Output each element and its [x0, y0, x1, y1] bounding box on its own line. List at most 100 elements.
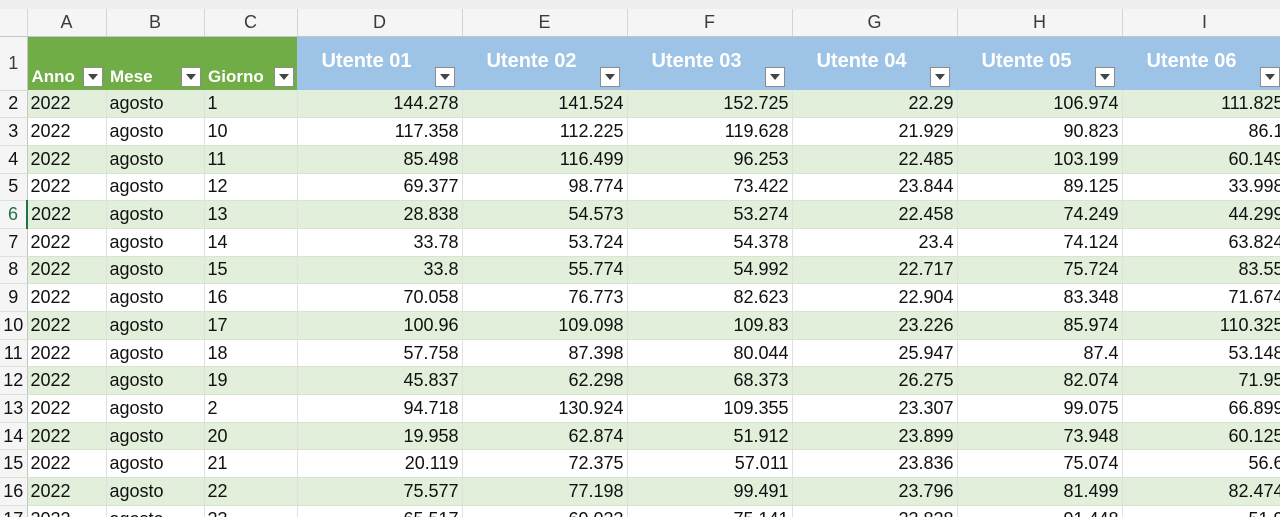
row-number[interactable]: 15: [0, 449, 28, 479]
cell-value[interactable]: 69.033: [462, 505, 628, 517]
cell-value[interactable]: 76.773: [462, 283, 628, 312]
header-cell-utente[interactable]: Utente 02: [462, 36, 627, 90]
cell-value[interactable]: 22.485: [792, 145, 958, 174]
cell-value[interactable]: 75.141: [627, 505, 793, 517]
cell-value[interactable]: 55.774: [462, 256, 628, 285]
cell-value[interactable]: 63.824: [1122, 228, 1280, 257]
cell-value[interactable]: 22.904: [792, 283, 958, 312]
header-cell-anno[interactable]: Anno: [27, 36, 106, 90]
cell-value[interactable]: 51.9: [1122, 505, 1280, 517]
row-number[interactable]: 1: [0, 36, 28, 91]
row-number[interactable]: 9: [0, 283, 28, 312]
cell-value[interactable]: 23.796: [792, 477, 958, 506]
row-number[interactable]: 4: [0, 145, 28, 174]
cell-value[interactable]: 82.474: [1122, 477, 1280, 506]
cell-value[interactable]: 75.577: [297, 477, 463, 506]
cell-mese[interactable]: agosto: [106, 477, 205, 506]
filter-dropdown-button[interactable]: [435, 67, 455, 87]
cell-value[interactable]: 110.325: [1122, 311, 1280, 340]
cell-value[interactable]: 83.55: [1122, 256, 1280, 285]
cell-giorno[interactable]: 16: [204, 283, 298, 312]
cell-giorno[interactable]: 15: [204, 256, 298, 285]
cell-value[interactable]: 23.4: [792, 228, 958, 257]
cell-mese[interactable]: agosto: [106, 505, 205, 517]
cell-anno[interactable]: 2022: [27, 90, 107, 119]
cell-mese[interactable]: agosto: [106, 283, 205, 312]
cell-value[interactable]: 130.924: [462, 394, 628, 423]
cell-value[interactable]: 26.275: [792, 366, 958, 396]
cell-value[interactable]: 87.4: [957, 339, 1123, 368]
row-number[interactable]: 16: [0, 477, 28, 506]
row-number[interactable]: 7: [0, 228, 28, 257]
cell-value[interactable]: 85.498: [297, 145, 463, 174]
cell-value[interactable]: 74.124: [957, 228, 1123, 257]
cell-value[interactable]: 57.758: [297, 339, 463, 368]
cell-value[interactable]: 57.011: [627, 449, 793, 479]
cell-value[interactable]: 74.249: [957, 200, 1123, 229]
cell-value[interactable]: 56.6: [1122, 449, 1280, 479]
cell-value[interactable]: 100.96: [297, 311, 463, 340]
cell-value[interactable]: 73.948: [957, 422, 1123, 451]
cell-value[interactable]: 23.307: [792, 394, 958, 423]
cell-mese[interactable]: agosto: [106, 449, 205, 479]
cell-anno[interactable]: 2022: [27, 477, 107, 506]
cell-value[interactable]: 73.422: [627, 173, 793, 202]
filter-dropdown-button[interactable]: [600, 67, 620, 87]
select-all-corner[interactable]: [0, 9, 28, 37]
cell-anno[interactable]: 2022: [27, 505, 107, 517]
cell-value[interactable]: 103.199: [957, 145, 1123, 174]
column-header-g[interactable]: G: [792, 9, 958, 37]
cell-giorno[interactable]: 22: [204, 477, 298, 506]
header-cell-utente[interactable]: Utente 05: [957, 36, 1122, 90]
row-number[interactable]: 6: [0, 200, 28, 229]
cell-value[interactable]: 91.448: [957, 505, 1123, 517]
cell-value[interactable]: 99.491: [627, 477, 793, 506]
cell-mese[interactable]: agosto: [106, 339, 205, 368]
column-header-b[interactable]: B: [106, 9, 205, 37]
cell-giorno[interactable]: 14: [204, 228, 298, 257]
cell-anno[interactable]: 2022: [27, 283, 107, 312]
cell-mese[interactable]: agosto: [106, 90, 205, 119]
cell-anno[interactable]: 2022: [27, 200, 107, 229]
cell-value[interactable]: 82.074: [957, 366, 1123, 396]
cell-value[interactable]: 109.098: [462, 311, 628, 340]
cell-mese[interactable]: agosto: [106, 145, 205, 174]
row-number[interactable]: 2: [0, 90, 28, 119]
cell-value[interactable]: 112.225: [462, 117, 628, 146]
cell-value[interactable]: 81.499: [957, 477, 1123, 506]
header-cell-utente[interactable]: Utente 03: [627, 36, 792, 90]
cell-value[interactable]: 144.278: [297, 90, 463, 119]
cell-value[interactable]: 71.674: [1122, 283, 1280, 312]
cell-value[interactable]: 66.899: [1122, 394, 1280, 423]
column-header-i[interactable]: I: [1122, 9, 1280, 37]
cell-value[interactable]: 62.874: [462, 422, 628, 451]
row-number[interactable]: 8: [0, 256, 28, 285]
row-number[interactable]: 3: [0, 117, 28, 146]
cell-value[interactable]: 65.517: [297, 505, 463, 517]
cell-value[interactable]: 53.148: [1122, 339, 1280, 368]
cell-value[interactable]: 60.149: [1122, 145, 1280, 174]
row-number[interactable]: 13: [0, 394, 28, 423]
cell-anno[interactable]: 2022: [27, 311, 107, 340]
column-header-e[interactable]: E: [462, 9, 628, 37]
filter-dropdown-button[interactable]: [765, 67, 785, 87]
column-header-h[interactable]: H: [957, 9, 1123, 37]
cell-value[interactable]: 21.929: [792, 117, 958, 146]
cell-value[interactable]: 22.717: [792, 256, 958, 285]
cell-value[interactable]: 90.823: [957, 117, 1123, 146]
header-cell-utente[interactable]: Utente 06: [1122, 36, 1280, 90]
cell-value[interactable]: 33.8: [297, 256, 463, 285]
filter-dropdown-button[interactable]: [930, 67, 950, 87]
cell-giorno[interactable]: 1: [204, 90, 298, 119]
cell-value[interactable]: 109.355: [627, 394, 793, 423]
cell-anno[interactable]: 2022: [27, 449, 107, 479]
cell-giorno[interactable]: 10: [204, 117, 298, 146]
cell-mese[interactable]: agosto: [106, 366, 205, 396]
cell-value[interactable]: 23.844: [792, 173, 958, 202]
cell-giorno[interactable]: 21: [204, 449, 298, 479]
cell-value[interactable]: 89.125: [957, 173, 1123, 202]
cell-anno[interactable]: 2022: [27, 394, 107, 423]
cell-value[interactable]: 109.83: [627, 311, 793, 340]
cell-mese[interactable]: agosto: [106, 200, 205, 229]
cell-giorno[interactable]: 19: [204, 366, 298, 396]
